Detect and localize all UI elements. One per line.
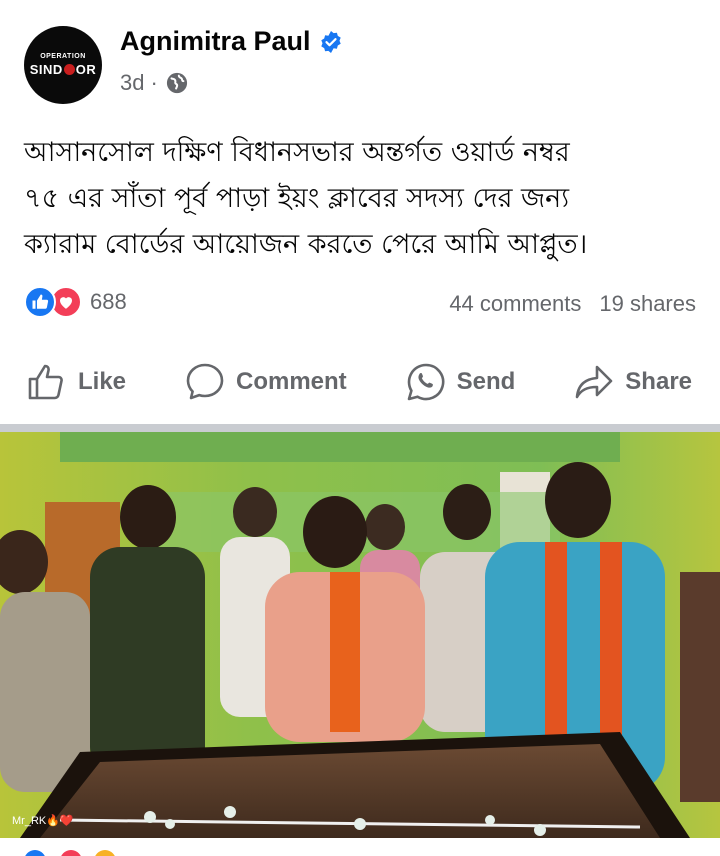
globe-icon	[166, 72, 187, 94]
action-bar: Like Comment Send Share	[0, 352, 720, 412]
reaction-count: 688	[90, 289, 127, 314]
post-text-line: আসানসোল দক্ষিণ বিধানসভার অন্তর্গত ওয়ার্…	[24, 137, 570, 168]
section-divider	[0, 424, 720, 432]
shares-count[interactable]: 19 shares	[599, 291, 696, 317]
post-header: OPERATION SIND OR Agnimitra Paul 3d ·	[0, 0, 720, 118]
post-photo[interactable]: Mr_RK🔥❤️	[0, 432, 720, 838]
share-arrow-icon	[575, 365, 613, 399]
avatar-text-line2: SIND OR	[29, 62, 97, 77]
comment-label: Comment	[236, 368, 347, 395]
photo-illustration	[0, 432, 720, 838]
share-button[interactable]: Share	[573, 352, 692, 412]
whatsapp-icon	[407, 363, 445, 401]
post-time[interactable]: 3d	[120, 70, 144, 96]
send-button[interactable]: Send	[405, 352, 516, 412]
comment-bubble-icon	[186, 363, 224, 400]
photo-watermark: Mr_RK🔥❤️	[12, 815, 74, 827]
reactions-summary[interactable]: 688	[24, 286, 127, 318]
engagement-stats: 44 comments 19 shares	[449, 291, 696, 317]
meta-separator: ·	[150, 70, 158, 95]
post-text: আসানসোল দক্ষিণ বিধানসভার অন্তর্গত ওয়ার্…	[24, 130, 704, 268]
like-button[interactable]: Like	[26, 352, 126, 412]
post-text-line: ক্যারাম বোর্ডের আয়োজন করতে পেরে আমি আপ্…	[24, 229, 588, 260]
thumbs-up-icon	[24, 286, 56, 318]
post-text-line: ৭৫ এর সাঁতা পূর্ব পাড়া ইয়ং ক্লাবের সদস…	[24, 183, 570, 214]
author-name-row: Agnimitra Paul	[120, 26, 343, 57]
share-label: Share	[625, 368, 692, 395]
comments-count[interactable]: 44 comments	[449, 291, 581, 317]
thumbs-up-icon	[28, 364, 63, 400]
verified-badge-icon	[320, 30, 341, 53]
avatar[interactable]: OPERATION SIND OR	[24, 26, 102, 104]
avatar-text-line1: OPERATION	[40, 53, 86, 60]
like-label: Like	[78, 368, 127, 395]
post-meta: 3d ·	[120, 70, 188, 96]
comment-button[interactable]: Comment	[184, 352, 347, 412]
send-label: Send	[456, 368, 516, 395]
author-name[interactable]: Agnimitra Paul	[120, 26, 311, 57]
